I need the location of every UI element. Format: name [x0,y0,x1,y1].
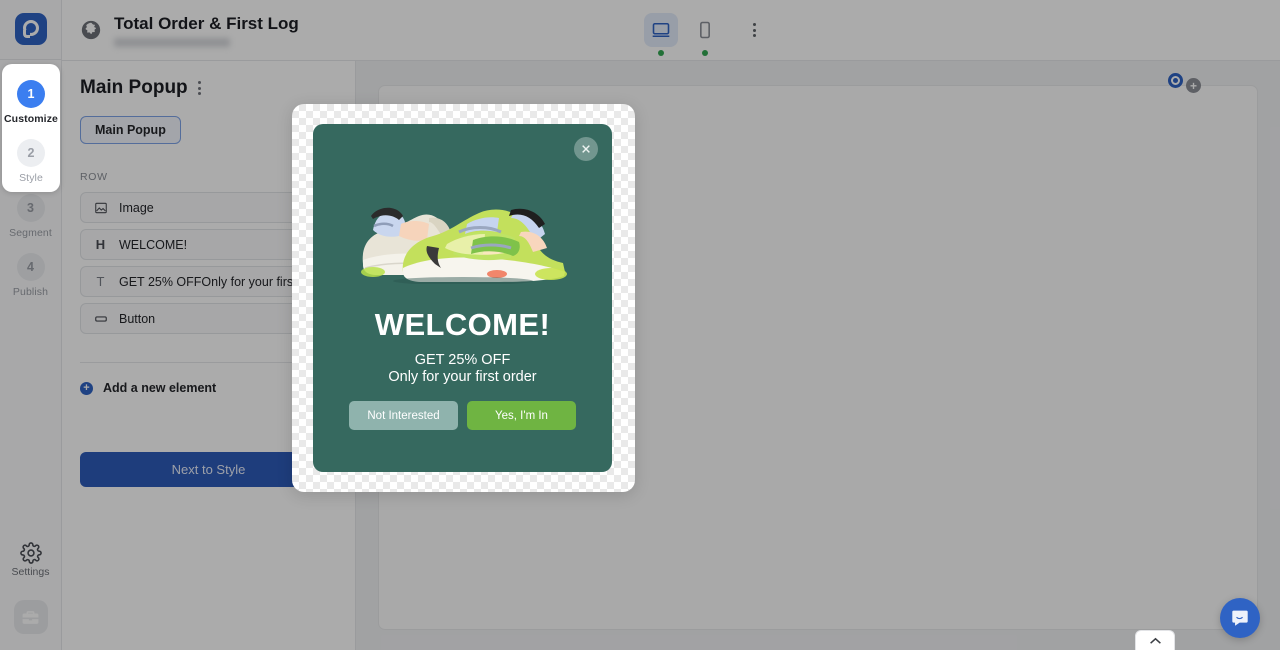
panel-header: Main Popup [80,77,337,99]
collapse-panel-tab[interactable] [1135,630,1175,650]
popup-actions: Not Interested Yes, I'm In [349,401,576,430]
popup-preview: WELCOME! GET 25% OFF Only for your first… [313,124,612,472]
plus-circle-icon: + [80,381,93,395]
close-x-icon [582,145,590,153]
mobile-preview-button[interactable] [688,13,722,56]
popup-subtext: GET 25% OFF Only for your first order [313,352,612,386]
page-title: Total Order & First Log [114,13,299,33]
topbar-more-button[interactable] [740,16,768,44]
desktop-preview-button[interactable] [644,13,678,56]
chat-bubble-tail [22,30,30,38]
image-icon [93,200,108,215]
target-radio-icon[interactable] [1168,73,1183,88]
popup-preview-frame: WELCOME! GET 25% OFF Only for your first… [292,104,635,492]
popup-close-button[interactable] [574,137,598,161]
step-label: Segment [9,227,52,239]
sidebar-item-settings[interactable]: Settings [0,536,61,584]
step-style-highlight[interactable]: 2 Style [2,131,60,190]
popup-headline: WELCOME! [374,307,551,342]
kebab-menu-icon [752,23,756,26]
kebab-menu-icon [197,81,201,84]
wizard-steps-highlight-card: 1 Customize 2 Style [2,64,60,192]
desktop-status-dot [658,50,664,56]
top-bar: Total Order & First Log [62,0,1280,61]
text-glyph: T [96,274,105,289]
step-label: Style [19,172,43,184]
popup-subtext-line2: Only for your first order [388,369,537,385]
support-chat-button[interactable] [1220,598,1260,638]
target-dot [1173,78,1178,83]
site-title-block: Total Order & First Log [114,14,299,47]
element-row-label: Button [119,311,156,326]
plus-badge-icon[interactable]: + [1186,78,1201,93]
desktop-monitor-icon [652,22,670,38]
panel-title: Main Popup [80,77,188,98]
mobile-phone-icon [700,21,710,39]
heading-icon: H [93,237,108,252]
panel-more-button[interactable] [196,79,203,97]
pastel-sneakers-image [361,207,567,284]
popup-accept-button[interactable]: Yes, I'm In [467,401,576,430]
mobile-status-dot [702,50,708,56]
site-url-redacted [114,37,230,47]
step-chip-main-popup[interactable]: Main Popup [80,116,181,144]
step-label: Customize [4,113,58,125]
globe-icon [81,20,101,40]
device-preview-toggle [644,13,768,56]
popup-subtext-line1: GET 25% OFF [414,352,511,368]
step-label: Publish [12,286,49,298]
step-number: 1 [17,80,45,108]
step-number: 3 [16,194,45,222]
add-element-label: Add a new element [103,381,217,395]
button-icon [93,311,108,326]
chevron-up-icon [1149,637,1161,644]
step-number: 4 [16,253,45,281]
kebab-dot [752,34,756,37]
rail-bottom-section: Settings [0,536,61,650]
step-publish[interactable]: 4 Publish [0,245,61,304]
app-root: 1 Customize 2 Style 3 Segment 4 Publish [0,0,1280,650]
workspace-switcher-button[interactable] [13,600,48,634]
gear-icon [19,542,42,564]
heading-glyph: H [95,237,106,252]
kebab-dot [752,28,756,32]
element-row-label: WELCOME! [119,237,188,252]
canvas-overlay-controls: + [1168,73,1201,93]
briefcase-icon [22,610,39,624]
step-number: 2 [17,139,45,167]
text-icon: T [93,274,108,289]
kebab-dot [197,86,201,90]
popup-decline-button[interactable]: Not Interested [349,401,458,430]
step-customize-highlight[interactable]: 1 Customize [2,72,60,131]
step-segment[interactable]: 3 Segment [0,186,61,245]
element-row-label: Image [119,200,154,215]
chat-bubble-icon [1232,610,1248,626]
app-logo[interactable] [14,13,47,45]
kebab-dot [197,92,201,95]
settings-label: Settings [11,566,50,578]
